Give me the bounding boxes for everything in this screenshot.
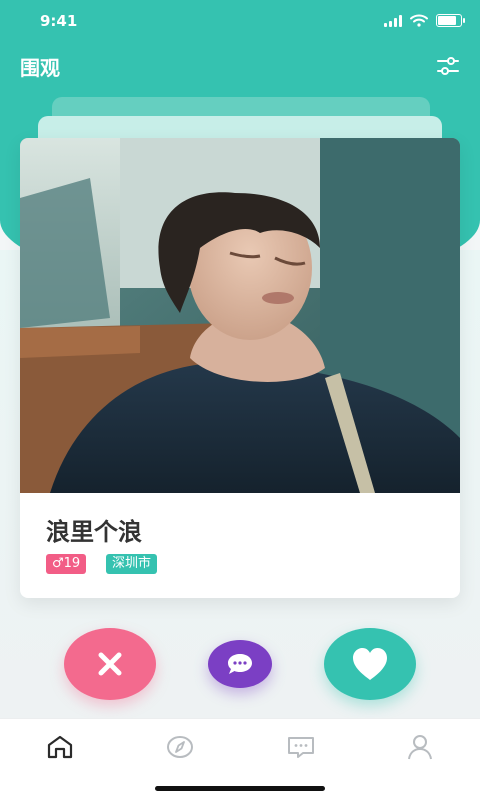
profile-icon [408, 735, 432, 760]
profile-card[interactable]: 浪里个浪 ♂19 深圳市 [20, 138, 460, 598]
filter-sliders-icon [437, 57, 459, 75]
battery-icon [436, 14, 465, 27]
bottom-tab-bar [0, 718, 480, 800]
signal-icon [384, 14, 402, 27]
city-badge: 深圳市 [106, 554, 158, 574]
profile-name: 浪里个浪 [46, 518, 142, 546]
like-button[interactable] [324, 628, 416, 700]
message-icon [288, 737, 314, 758]
compass-icon [167, 736, 193, 758]
heart-icon [353, 648, 387, 680]
tab-messages[interactable] [286, 733, 314, 761]
home-icon [47, 735, 73, 759]
status-icons [384, 14, 465, 27]
dislike-button[interactable] [64, 628, 156, 700]
page-title: 围观 [20, 56, 60, 80]
tab-profile[interactable] [406, 733, 434, 761]
status-bar: 9:41 [0, 0, 480, 44]
profile-photo [20, 138, 460, 493]
home-indicator [155, 786, 325, 791]
filter-button[interactable] [436, 54, 460, 78]
chat-bubble-icon [228, 654, 252, 674]
tab-home[interactable] [46, 733, 74, 761]
close-icon [98, 652, 122, 676]
status-time: 9:41 [40, 12, 78, 30]
wifi-icon [410, 14, 428, 27]
gender-age-badge: ♂19 [46, 554, 87, 574]
chat-button[interactable] [208, 640, 272, 688]
tab-discover[interactable] [166, 733, 194, 761]
